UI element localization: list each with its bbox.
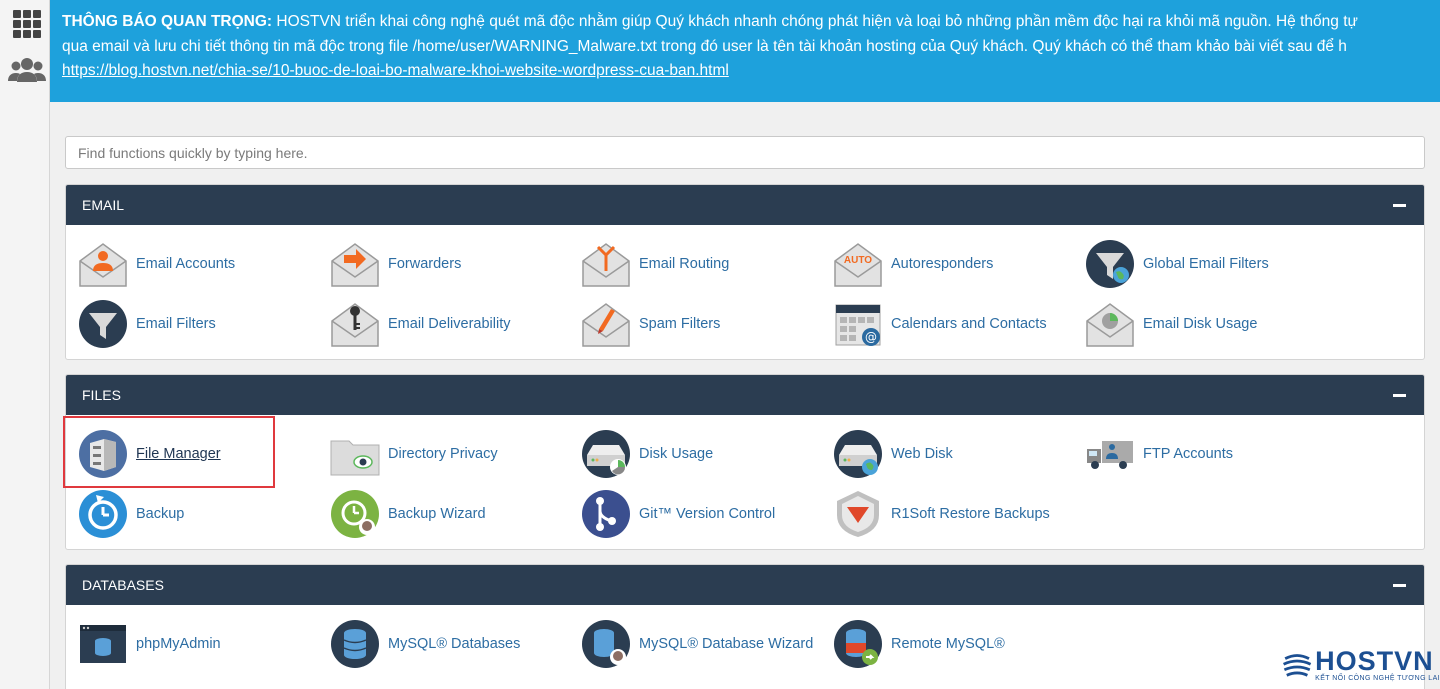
forwarders-icon: [330, 239, 380, 289]
r1soft-restore-icon: [833, 489, 883, 539]
email-section-header[interactable]: EMAIL: [66, 185, 1424, 225]
email-accounts-item[interactable]: Email Accounts: [66, 236, 311, 292]
backup-icon: [78, 489, 128, 539]
function-search-input[interactable]: [65, 136, 1425, 169]
collapse-icon[interactable]: [1393, 204, 1406, 207]
backup-wizard-item[interactable]: Backup Wizard: [318, 486, 563, 542]
spam-filters-label: Spam Filters: [639, 316, 721, 332]
remote-mysql-icon: [833, 619, 883, 669]
remote-mysql-item[interactable]: Remote MySQL®: [821, 616, 1066, 672]
autoresponders-badge: AUTO: [844, 255, 872, 266]
collapse-icon[interactable]: [1393, 584, 1406, 587]
directory-privacy-icon: [330, 429, 380, 479]
file-manager-label: File Manager: [136, 446, 221, 462]
spam-filters-icon: [581, 299, 631, 349]
apps-grid-icon[interactable]: [7, 4, 47, 44]
backup-wizard-icon: [330, 489, 380, 539]
backup-wizard-label: Backup Wizard: [388, 506, 486, 522]
file-manager-icon: [78, 429, 128, 479]
backup-item[interactable]: Backup: [66, 486, 311, 542]
svg-text:@: @: [865, 330, 877, 344]
git-version-control-label: Git™ Version Control: [639, 506, 776, 522]
r1soft-restore-item[interactable]: R1Soft Restore Backups: [821, 486, 1066, 542]
files-section-title: FILES: [82, 387, 121, 403]
brand-name: HOSTVN: [1315, 645, 1434, 676]
email-filters-icon: [78, 299, 128, 349]
mysql-databases-icon: [330, 619, 380, 669]
email-routing-label: Email Routing: [639, 256, 730, 272]
forwarders-label: Forwarders: [388, 256, 462, 272]
email-routing-icon: [581, 239, 631, 289]
files-section: FILES File Manager Directory Privacy Dis…: [65, 374, 1425, 550]
ftp-accounts-label: FTP Accounts: [1143, 446, 1233, 462]
global-email-filters-icon: [1085, 239, 1135, 289]
backup-label: Backup: [136, 506, 185, 522]
remote-mysql-label: Remote MySQL®: [891, 636, 1005, 652]
databases-section-header[interactable]: DATABASES: [66, 565, 1424, 605]
email-deliverability-label: Email Deliverability: [388, 316, 511, 332]
email-section: EMAIL Email Accounts Forwarders Email Ro…: [65, 184, 1425, 360]
autoresponders-icon: AUTO: [833, 239, 883, 289]
databases-section: DATABASES phpMyAdmin MySQL® Databases My…: [65, 564, 1425, 689]
calendars-contacts-icon: @: [833, 299, 883, 349]
hostvn-logo: HOSTVN KẾT NỐI CÔNG NGHỆ TƯƠNG LAI: [1282, 640, 1440, 689]
ftp-accounts-icon: [1085, 429, 1135, 479]
file-manager-item[interactable]: File Manager: [66, 426, 311, 482]
mysql-databases-label: MySQL® Databases: [388, 636, 521, 652]
global-email-filters-label: Global Email Filters: [1143, 256, 1269, 272]
spam-filters-item[interactable]: Spam Filters: [569, 296, 814, 352]
email-disk-usage-icon: [1085, 299, 1135, 349]
web-disk-label: Web Disk: [891, 446, 953, 462]
email-deliverability-icon: [330, 299, 380, 349]
directory-privacy-label: Directory Privacy: [388, 446, 498, 462]
files-section-header[interactable]: FILES: [66, 375, 1424, 415]
email-accounts-label: Email Accounts: [136, 256, 236, 272]
mysql-database-wizard-label: MySQL® Database Wizard: [639, 636, 814, 652]
r1soft-restore-label: R1Soft Restore Backups: [891, 506, 1050, 522]
email-filters-item[interactable]: Email Filters: [66, 296, 311, 352]
email-accounts-icon: [78, 239, 128, 289]
notice-text-line1: HOSTVN triển khai công nghệ quét mã độc …: [272, 13, 1358, 30]
email-disk-usage-label: Email Disk Usage: [1143, 316, 1258, 332]
email-routing-item[interactable]: Email Routing: [569, 236, 814, 292]
autoresponders-label: Autoresponders: [891, 256, 994, 272]
calendars-contacts-label: Calendars and Contacts: [891, 316, 1047, 332]
left-sidebar: [0, 0, 50, 689]
phpmyadmin-label: phpMyAdmin: [136, 636, 221, 652]
email-disk-usage-item[interactable]: Email Disk Usage: [1073, 296, 1318, 352]
brand-tagline: KẾT NỐI CÔNG NGHỆ TƯƠNG LAI: [1315, 674, 1440, 682]
important-notice-banner: THÔNG BÁO QUAN TRỌNG: HOSTVN triển khai …: [50, 0, 1440, 102]
forwarders-item[interactable]: Forwarders: [318, 236, 563, 292]
autoresponders-item[interactable]: AUTO Autoresponders: [821, 236, 1066, 292]
hostvn-globe-icon: [1282, 651, 1312, 678]
email-section-title: EMAIL: [82, 197, 125, 213]
directory-privacy-item[interactable]: Directory Privacy: [318, 426, 563, 482]
calendars-contacts-item[interactable]: @ Calendars and Contacts: [821, 296, 1066, 352]
phpmyadmin-icon: [78, 619, 128, 669]
web-disk-item[interactable]: Web Disk: [821, 426, 1066, 482]
disk-usage-icon: [581, 429, 631, 479]
git-version-control-icon: [581, 489, 631, 539]
collapse-icon[interactable]: [1393, 394, 1406, 397]
web-disk-icon: [833, 429, 883, 479]
notice-blog-link[interactable]: https://blog.hostvn.net/chia-se/10-buoc-…: [62, 62, 729, 79]
email-filters-label: Email Filters: [136, 316, 216, 332]
git-version-control-item[interactable]: Git™ Version Control: [569, 486, 814, 542]
phpmyadmin-item[interactable]: phpMyAdmin: [66, 616, 311, 672]
mysql-databases-item[interactable]: MySQL® Databases: [318, 616, 563, 672]
notice-title: THÔNG BÁO QUAN TRỌNG:: [62, 13, 273, 30]
mysql-database-wizard-icon: [581, 619, 631, 669]
mysql-database-wizard-item[interactable]: MySQL® Database Wizard: [569, 616, 814, 672]
users-group-icon[interactable]: [7, 50, 47, 90]
ftp-accounts-item[interactable]: FTP Accounts: [1073, 426, 1318, 482]
databases-section-title: DATABASES: [82, 577, 164, 593]
disk-usage-label: Disk Usage: [639, 446, 714, 462]
notice-text-line2: qua email và lưu chi tiết thông tin mã đ…: [62, 37, 1347, 55]
email-deliverability-item[interactable]: Email Deliverability: [318, 296, 563, 352]
disk-usage-item[interactable]: Disk Usage: [569, 426, 814, 482]
global-email-filters-item[interactable]: Global Email Filters: [1073, 236, 1318, 292]
